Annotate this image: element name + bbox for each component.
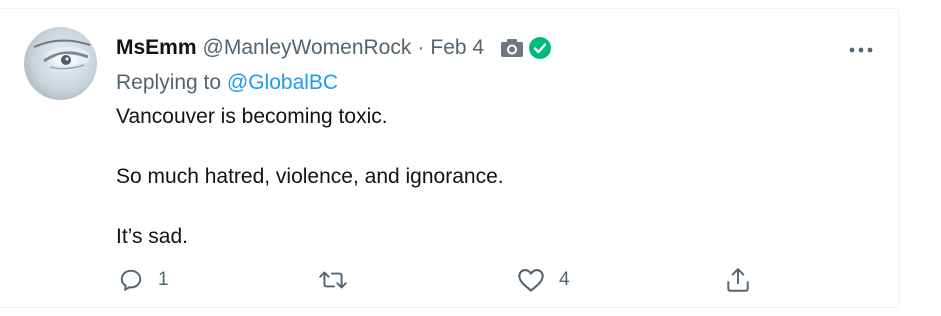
- tweet-text-line: It’s sad.: [116, 225, 188, 248]
- tweet-card[interactable]: MsEmm @ManleyWomenRock · Feb 4 Replying …: [0, 8, 899, 308]
- share-icon: [727, 268, 749, 292]
- like-count: 4: [559, 269, 570, 290]
- tweet-header: MsEmm @ManleyWomenRock · Feb 4: [116, 33, 552, 63]
- user-handle[interactable]: @ManleyWomenRock: [203, 36, 412, 60]
- verified-check-icon: [528, 36, 552, 60]
- tweet-text-line: Vancouver is becoming toxic.: [116, 105, 388, 128]
- display-name[interactable]: MsEmm: [116, 36, 197, 60]
- retweet-icon: [319, 271, 347, 289]
- tweet-date[interactable]: Feb 4: [430, 36, 484, 60]
- avatar[interactable]: [24, 27, 97, 100]
- tweet-text-line: So much hatred, violence, and ignorance.: [116, 165, 504, 188]
- reply-count: 1: [158, 269, 169, 290]
- share-button[interactable]: [725, 265, 751, 295]
- heart-icon: [518, 269, 544, 292]
- camera-icon: [500, 38, 524, 58]
- more-options-button[interactable]: [848, 39, 874, 61]
- like-button[interactable]: 4: [517, 265, 570, 295]
- mention-link[interactable]: @GlobalBC: [227, 71, 338, 94]
- replying-to-line: Replying to @GlobalBC: [116, 71, 338, 95]
- more-options-icon: [849, 47, 873, 53]
- separator-dot: ·: [417, 36, 425, 59]
- retweet-button[interactable]: [318, 265, 362, 295]
- reply-button[interactable]: 1: [118, 265, 169, 295]
- reply-icon: [120, 269, 142, 291]
- replying-to-label: Replying to: [116, 71, 227, 94]
